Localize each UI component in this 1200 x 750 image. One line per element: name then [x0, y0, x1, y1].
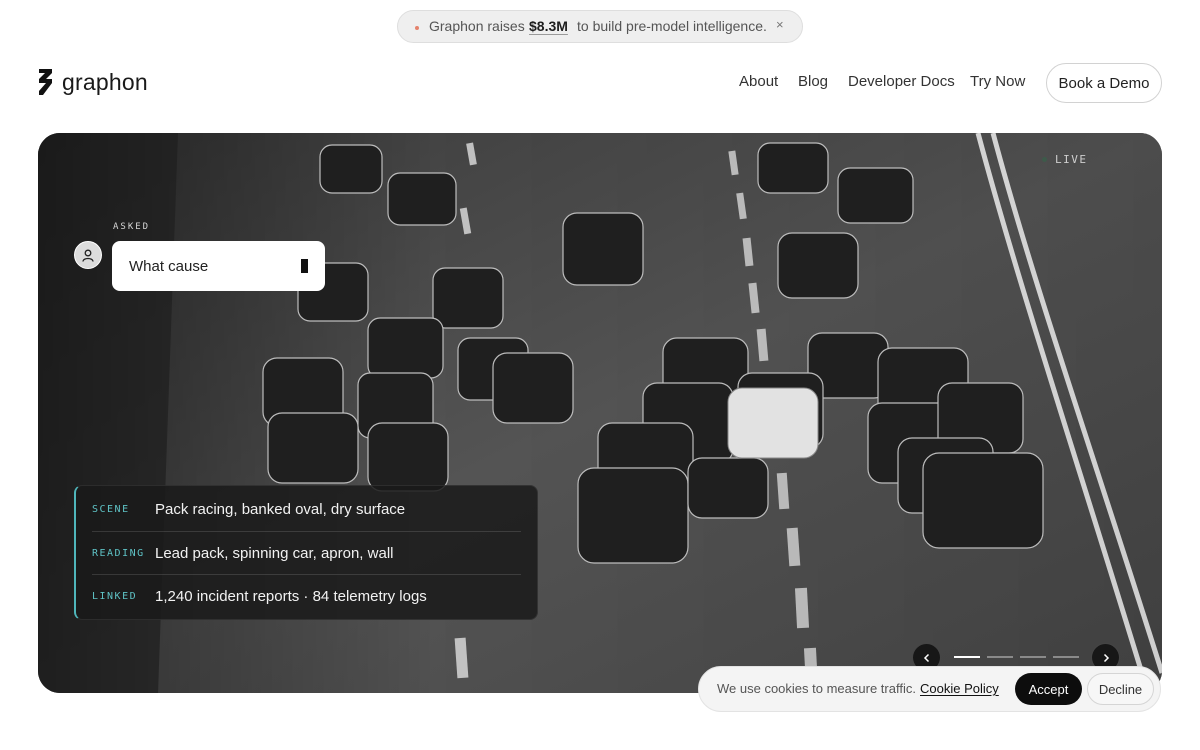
- nav-try-now[interactable]: Try Now: [970, 73, 1025, 90]
- info-row-reading: READING Lead pack, spinning car, apron, …: [92, 531, 521, 574]
- asked-label: ASKED: [113, 222, 151, 232]
- info-key: SCENE: [92, 504, 130, 515]
- cookie-message: We use cookies to measure traffic.: [717, 681, 916, 696]
- carousel-dot[interactable]: [1053, 656, 1079, 658]
- hero-video: LIVE ASKED What cause SCENE Pack racing,…: [38, 133, 1162, 693]
- carousel-dot[interactable]: [954, 656, 980, 658]
- announcement-amount-link[interactable]: $8.3M: [529, 18, 568, 34]
- live-label: LIVE: [1055, 153, 1088, 166]
- carousel-dot[interactable]: [1020, 656, 1046, 658]
- chevron-left-icon: [923, 653, 929, 662]
- live-indicator: LIVE: [1042, 153, 1088, 166]
- cookie-policy-link[interactable]: Cookie Policy: [920, 681, 999, 696]
- announcement-suffix: to build pre-model intelligence.: [577, 18, 767, 34]
- info-value: Pack racing, banked oval, dry surface: [155, 501, 406, 518]
- announcement-prefix: Graphon raises: [429, 18, 525, 34]
- accept-cookies-button[interactable]: Accept: [1015, 673, 1082, 705]
- scene-info-panel: SCENE Pack racing, banked oval, dry surf…: [74, 485, 538, 620]
- text-cursor: [301, 259, 308, 273]
- announcement-dot: [415, 26, 419, 30]
- nav-blog[interactable]: Blog: [798, 73, 828, 90]
- chevron-right-icon: [1103, 653, 1109, 662]
- info-row-scene: SCENE Pack racing, banked oval, dry surf…: [92, 488, 521, 531]
- carousel-indicators: [954, 656, 1079, 658]
- cookie-banner: We use cookies to measure traffic. Cooki…: [698, 666, 1161, 712]
- info-key: LINKED: [92, 590, 138, 602]
- live-dot: [1042, 157, 1047, 162]
- carousel-dot[interactable]: [987, 656, 1013, 658]
- brand-logo[interactable]: graphon: [38, 68, 148, 96]
- info-row-linked: LINKED 1,240 incident reports · 84 telem…: [92, 574, 521, 617]
- info-value: Lead pack, spinning car, apron, wall: [155, 544, 394, 562]
- user-icon: [74, 241, 102, 269]
- book-demo-button[interactable]: Book a Demo: [1046, 63, 1162, 103]
- info-key: READING: [92, 547, 145, 559]
- query-text: What cause: [129, 257, 209, 275]
- nav-developer-docs[interactable]: Developer Docs: [848, 73, 955, 90]
- brand-name: graphon: [62, 68, 148, 95]
- close-icon[interactable]: ×: [776, 17, 784, 32]
- announcement-bar: Graphon raises $8.3M to build pre-model …: [397, 10, 803, 43]
- info-value: 1,240 incident reports · 84 telemetry lo…: [155, 587, 427, 605]
- graphon-logo-icon: [39, 69, 52, 95]
- decline-cookies-button[interactable]: Decline: [1087, 673, 1154, 705]
- query-input[interactable]: What cause: [112, 241, 325, 291]
- nav-about[interactable]: About: [739, 73, 778, 90]
